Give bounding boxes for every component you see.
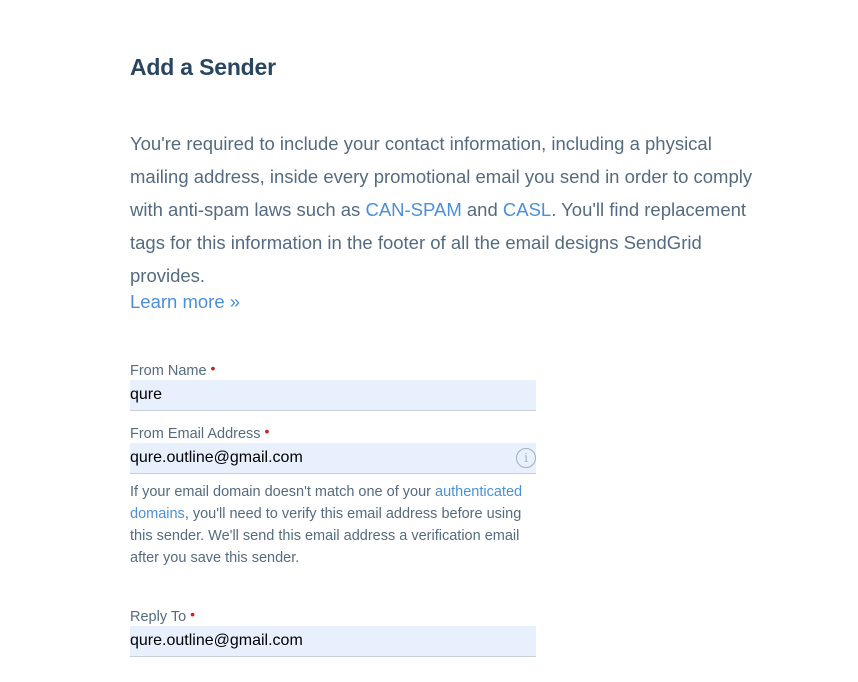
casl-link[interactable]: CASL (503, 199, 551, 220)
can-spam-link[interactable]: CAN-SPAM (365, 199, 461, 220)
required-indicator: • (210, 360, 216, 376)
reply-to-input-wrapper (130, 626, 536, 657)
intro-paragraph: You're required to include your contact … (130, 127, 770, 292)
page-title: Add a Sender (130, 54, 276, 80)
reply-to-label: Reply To • (130, 606, 196, 625)
required-indicator: • (264, 423, 270, 439)
intro-text-and: and (461, 199, 503, 220)
from-email-input[interactable] (130, 443, 500, 473)
from-email-help-text: If your email domain doesn't match one o… (130, 484, 523, 566)
reply-to-field: Reply To • (130, 606, 536, 657)
required-indicator: • (190, 606, 196, 622)
from-name-input[interactable] (130, 380, 500, 410)
from-email-label: From Email Address • (130, 423, 270, 442)
from-name-label: From Name • (130, 360, 216, 379)
info-icon[interactable]: i (516, 448, 536, 468)
from-name-input-wrapper (130, 380, 536, 411)
learn-more-link[interactable]: Learn more » (130, 291, 240, 313)
reply-to-input[interactable] (130, 626, 500, 656)
from-email-input-wrapper: i (130, 443, 536, 474)
from-email-field: From Email Address• i (130, 423, 536, 474)
from-name-field: From Name • (130, 360, 536, 411)
